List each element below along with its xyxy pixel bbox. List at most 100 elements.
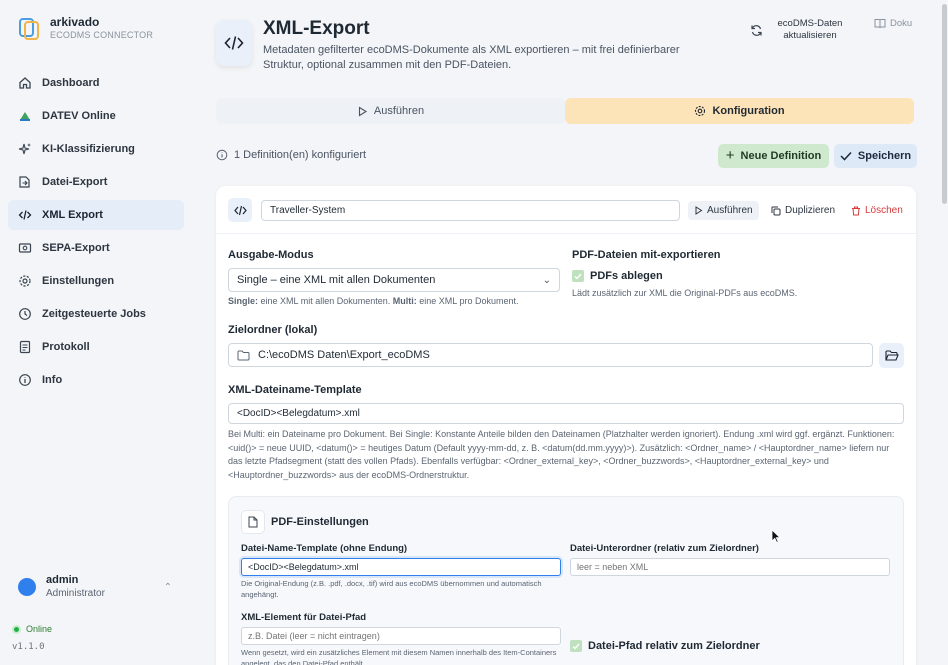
target-folder-value: C:\ecoDMS Daten\Export_ecoDMS bbox=[258, 349, 430, 361]
folder-open-icon bbox=[884, 349, 899, 361]
pdf-name-template-input[interactable] bbox=[241, 558, 561, 576]
hint-single-text: eine XML mit allen Dokumenten. bbox=[258, 296, 393, 306]
target-folder-label: Zielordner (lokal) bbox=[228, 324, 318, 336]
avatar bbox=[18, 577, 36, 596]
sparkle-icon bbox=[18, 142, 32, 156]
pdf-settings-panel: PDF-Einstellungen Datei-Name-Template (o… bbox=[228, 496, 904, 665]
sidebar-item-dashboard[interactable]: Dashboard bbox=[8, 68, 184, 98]
doku-label: Doku bbox=[890, 18, 913, 29]
hint-multi-text: eine XML pro Dokument. bbox=[416, 296, 519, 306]
brand: arkivado ECODMS CONNECTOR bbox=[18, 16, 153, 42]
name-template-label: Datei-Name-Template (ohne Endung) bbox=[241, 543, 408, 554]
sidebar-item-protokoll[interactable]: Protokoll bbox=[8, 332, 184, 362]
sidebar-item-zeitgesteuerte-jobs[interactable]: Zeitgesteuerte Jobs bbox=[8, 299, 184, 329]
target-folder-input[interactable]: C:\ecoDMS Daten\Export_ecoDMS bbox=[228, 343, 873, 367]
new-definition-label: Neue Definition bbox=[740, 150, 822, 162]
play-icon bbox=[358, 106, 367, 116]
page-subtitle: Metadaten gefilterter ecoDMS-Dokumente a… bbox=[263, 44, 680, 71]
sidebar-item-label: SEPA-Export bbox=[42, 242, 110, 254]
datev-icon bbox=[18, 109, 32, 123]
sidebar-item-sepa-export[interactable]: SEPA-Export bbox=[8, 233, 184, 263]
user-role: Administrator bbox=[46, 588, 105, 599]
sidebar-item-label: Datei-Export bbox=[42, 176, 108, 188]
pdf-export-hint: Lädt zusätzlich zur XML die Original-PDF… bbox=[572, 288, 798, 298]
output-mode-label: Ausgabe-Modus bbox=[228, 249, 314, 261]
app-subtitle: ECODMS CONNECTOR bbox=[50, 30, 154, 40]
subfolder-input[interactable] bbox=[570, 558, 890, 576]
copy-icon bbox=[771, 206, 781, 215]
filename-template-hint: Bei Multi: ein Dateiname pro Dokument. B… bbox=[228, 429, 895, 480]
hint-single-term: Single: bbox=[228, 296, 259, 306]
sidebar-item-label: DATEV Online bbox=[42, 110, 116, 122]
xml-page-icon bbox=[216, 20, 252, 66]
mouse-cursor-icon bbox=[771, 529, 781, 543]
sidebar-item-label: Protokoll bbox=[42, 341, 90, 353]
duplicate-button[interactable]: Duplizieren bbox=[765, 201, 841, 220]
check-icon bbox=[840, 151, 852, 161]
trash-icon bbox=[852, 206, 860, 215]
definition-name-input[interactable] bbox=[261, 200, 680, 221]
filename-template-label: XML-Dateiname-Template bbox=[228, 384, 362, 396]
sidebar-item-label: Einstellungen bbox=[42, 275, 115, 287]
user-name: admin bbox=[46, 574, 79, 586]
tab-label: Konfiguration bbox=[712, 105, 785, 117]
new-definition-button[interactable]: + Neue Definition bbox=[718, 144, 829, 168]
tab-konfiguration[interactable]: Konfiguration bbox=[565, 98, 914, 124]
sidebar-item-xml-export[interactable]: XML Export bbox=[8, 200, 184, 230]
output-mode-select[interactable]: Single – eine XML mit allen Dokumenten ⌄ bbox=[228, 268, 560, 292]
version-label: v1.1.0 bbox=[12, 642, 45, 652]
run-definition-button[interactable]: Ausführen bbox=[688, 201, 759, 220]
doku-button[interactable]: Doku bbox=[874, 18, 912, 29]
status-label: Online bbox=[26, 624, 53, 634]
play-icon bbox=[695, 206, 703, 215]
xml-element-label: XML-Element für Datei-Pfad bbox=[241, 612, 367, 623]
definitions-count-label: 1 Definition(en) konfiguriert bbox=[234, 149, 367, 161]
sidebar-nav: Dashboard DATEV Online KI-Klassifizierun… bbox=[8, 68, 184, 398]
relative-path-checkbox[interactable] bbox=[570, 640, 582, 652]
pdf-settings-title: PDF-Einstellungen bbox=[271, 516, 369, 528]
refresh-data-button[interactable]: ecoDMS-Daten aktualisieren bbox=[750, 15, 854, 45]
folder-icon bbox=[237, 350, 250, 360]
hint-multi-term: Multi: bbox=[392, 296, 417, 306]
tab-ausfuehren[interactable]: Ausführen bbox=[216, 98, 565, 124]
home-icon bbox=[18, 76, 32, 90]
filename-template-input[interactable] bbox=[228, 403, 904, 424]
sidebar-item-label: KI-Klassifizierung bbox=[42, 143, 135, 155]
xml-element-input[interactable] bbox=[241, 627, 561, 645]
sidebar-item-label: Dashboard bbox=[42, 77, 100, 89]
relative-path-label: Datei-Pfad relativ zum Zielordner bbox=[588, 640, 760, 652]
code-icon bbox=[228, 198, 252, 222]
clock-icon bbox=[18, 307, 32, 321]
browse-folder-button[interactable] bbox=[879, 343, 904, 368]
output-mode-value: Single – eine XML mit allen Dokumenten bbox=[237, 274, 436, 286]
sidebar-item-einstellungen[interactable]: Einstellungen bbox=[8, 266, 184, 296]
run-label: Ausführen bbox=[707, 205, 753, 216]
main-content: XML-Export Metadaten gefilterter ecoDMS-… bbox=[196, 0, 948, 665]
delete-label: Löschen bbox=[865, 205, 903, 216]
check-icon bbox=[574, 273, 582, 280]
subfolder-label: Datei-Unterordner (relativ zum Zielordne… bbox=[570, 543, 759, 554]
sidebar-item-info[interactable]: Info bbox=[8, 365, 184, 395]
pdf-checkbox[interactable] bbox=[572, 270, 584, 282]
check-icon bbox=[572, 643, 580, 650]
sidebar-item-datei-export[interactable]: Datei-Export bbox=[8, 167, 184, 197]
refresh-label: ecoDMS-Daten aktualisieren bbox=[777, 18, 843, 41]
save-button[interactable]: Speichern bbox=[834, 144, 917, 168]
gear-icon bbox=[18, 274, 32, 288]
info-icon bbox=[18, 373, 32, 387]
status-indicator: Online bbox=[12, 624, 52, 634]
app-name: arkivado bbox=[50, 15, 100, 29]
log-icon bbox=[18, 340, 32, 354]
definitions-info: 1 Definition(en) konfiguriert bbox=[216, 149, 366, 161]
info-icon bbox=[216, 149, 228, 161]
user-menu[interactable]: admin Administrator ⌃ bbox=[18, 574, 178, 599]
page-title: XML-Export bbox=[263, 18, 370, 39]
save-label: Speichern bbox=[857, 150, 912, 162]
delete-button[interactable]: Löschen bbox=[845, 201, 909, 220]
sidebar-item-ki-klassifizierung[interactable]: KI-Klassifizierung bbox=[8, 134, 184, 164]
pdf-checkbox-label: PDFs ablegen bbox=[590, 270, 663, 282]
definition-header: Ausführen Duplizieren Löschen bbox=[216, 186, 916, 234]
plus-icon: + bbox=[725, 147, 735, 164]
scrollbar[interactable] bbox=[942, 4, 947, 204]
sidebar-item-datev-online[interactable]: DATEV Online bbox=[8, 101, 184, 131]
